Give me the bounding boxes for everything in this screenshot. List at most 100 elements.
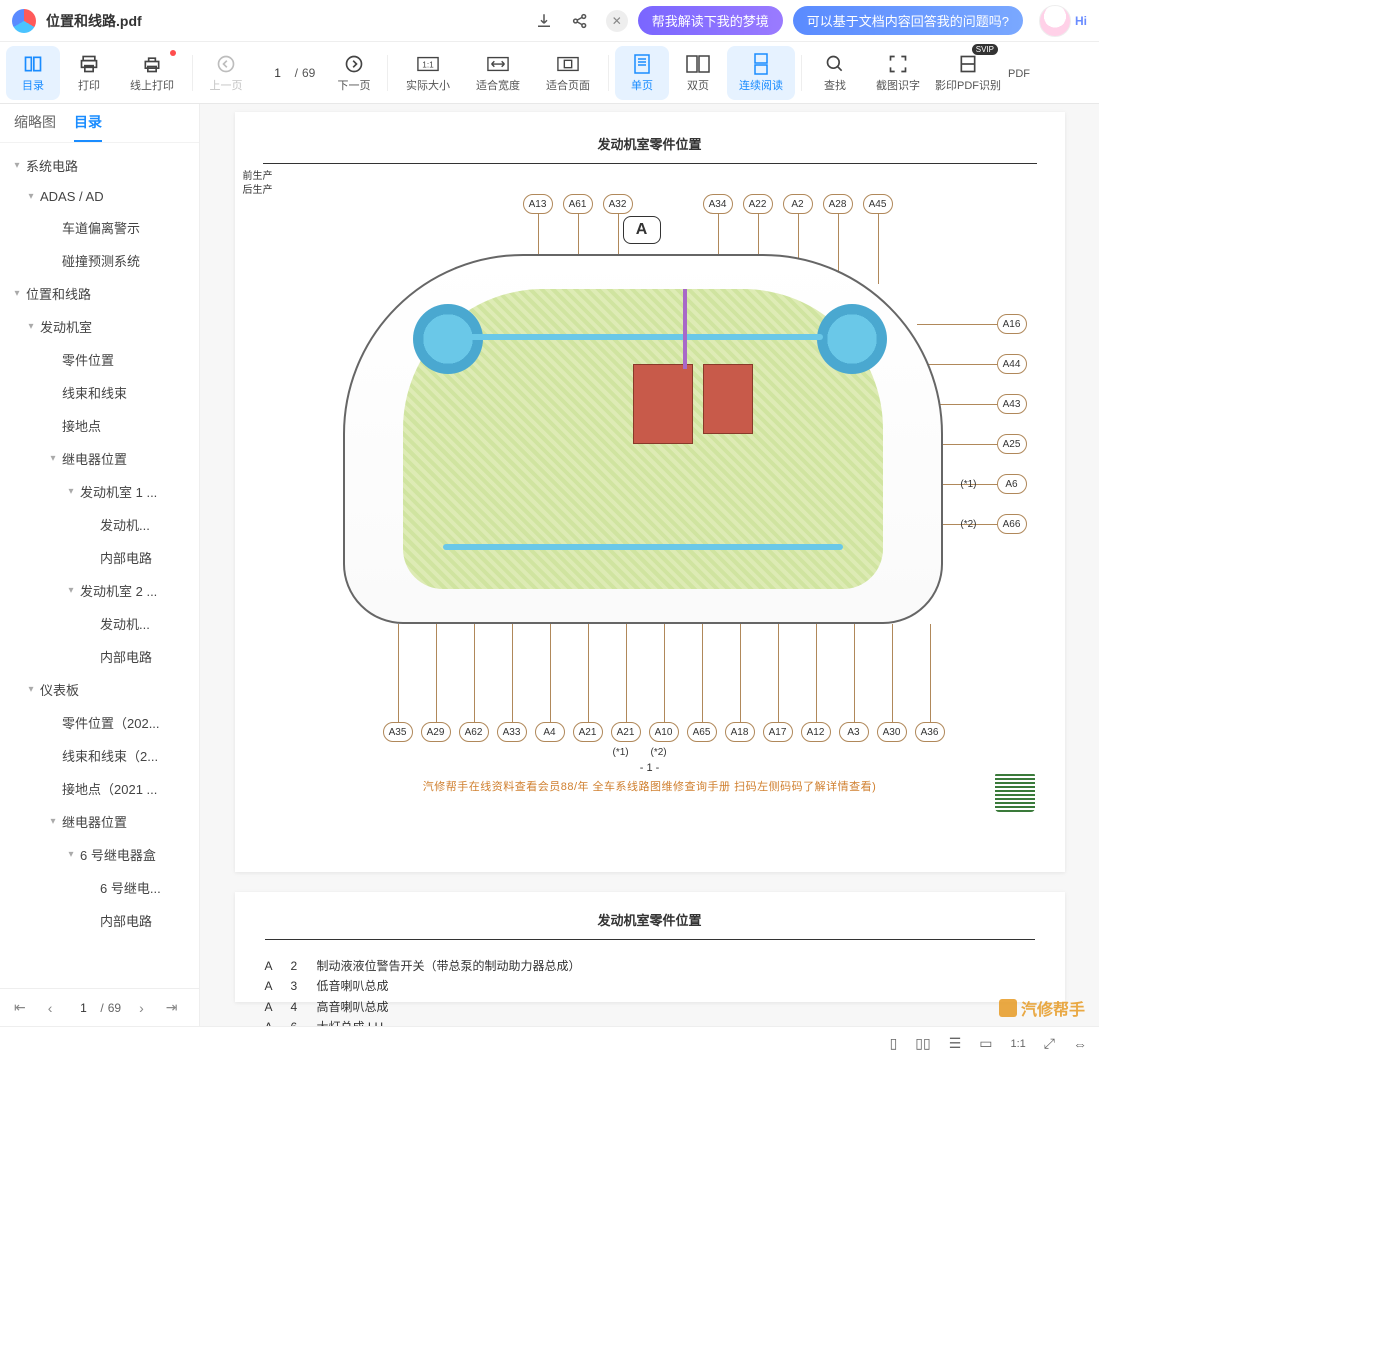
outline-item[interactable]: ▾发动机室 [0, 310, 199, 343]
cloud-print-icon [142, 53, 162, 75]
callout-label: A28 [823, 194, 853, 214]
outline-item[interactable]: ▾6 号继电器盒 [0, 838, 199, 871]
outline-item[interactable]: 车道偏离警示 [0, 211, 199, 244]
tool-print[interactable]: 打印 [62, 46, 116, 100]
tool-scan-recognize[interactable]: SVIP 影印PDF识别 [934, 46, 1002, 100]
callout-lead [702, 624, 703, 722]
outline-item[interactable]: 零件位置（202... [0, 706, 199, 739]
callout-big-a: A [623, 216, 661, 244]
assistant-hi-label: Hi [1075, 14, 1087, 28]
tool-actual-size[interactable]: 1:1 实际大小 [394, 46, 462, 100]
download-icon[interactable] [534, 11, 554, 31]
pdf-viewer[interactable]: 发动机室零件位置 前生产 后生产 A13A61A32A34A22A2A28A45… [200, 104, 1099, 1026]
star-note: (*1) [960, 479, 976, 490]
chevron-down-icon: ▾ [62, 585, 80, 596]
tool-find[interactable]: 查找 [808, 46, 862, 100]
ai-suggest-pill-1[interactable]: 帮我解读下我的梦境 [638, 6, 783, 35]
view-read-icon[interactable]: ▭ [979, 1035, 992, 1052]
notification-dot-icon [170, 50, 176, 56]
file-name: 位置和线路.pdf [46, 11, 142, 31]
tab-outline[interactable]: 目录 [74, 112, 102, 142]
view-continuous-icon[interactable]: ☰ [949, 1035, 962, 1052]
outline-item[interactable]: ▾继电器位置 [0, 805, 199, 838]
view-single-icon[interactable]: ▯ [890, 1035, 898, 1052]
table-row: A3低音喇叭总成 [265, 976, 1035, 996]
outline-item[interactable]: ▾仪表板 [0, 673, 199, 706]
callout-label: A66 [997, 514, 1027, 534]
outline-item-label: 接地点 [62, 416, 101, 435]
view-width-icon[interactable]: ⇔ [1073, 1036, 1087, 1052]
callout-label: A29 [421, 722, 451, 742]
callout-label: A17 [763, 722, 793, 742]
outline-item[interactable]: 线束和线束（2... [0, 739, 199, 772]
assistant-avatar-icon[interactable] [1039, 5, 1071, 37]
outline-item[interactable]: 6 号继电... [0, 871, 199, 904]
tool-online-print[interactable]: 线上打印 [118, 46, 186, 100]
tool-fit-width[interactable]: 适合宽度 [464, 46, 532, 100]
page-current-input[interactable] [265, 66, 291, 80]
callout-label: A62 [459, 722, 489, 742]
wire-purple [683, 289, 687, 369]
tool-double-page[interactable]: 双页 [671, 46, 725, 100]
tool-next-page[interactable]: 下一页 [327, 46, 381, 100]
outline-item[interactable]: ▾位置和线路 [0, 277, 199, 310]
outline-item[interactable]: ▾发动机室 2 ... [0, 574, 199, 607]
outline-item[interactable]: 接地点 [0, 409, 199, 442]
last-page-icon[interactable]: ⇥ [162, 997, 182, 1018]
first-page-icon[interactable]: ⇤ [10, 997, 30, 1018]
callout-lead [917, 324, 997, 325]
outline-item[interactable]: 发动机... [0, 607, 199, 640]
chevron-down-icon: ▾ [44, 816, 62, 827]
tab-thumbnail[interactable]: 缩略图 [14, 112, 56, 142]
toolbar-divider [387, 55, 388, 91]
tool-pdf-more[interactable]: PDF [1004, 46, 1034, 100]
chevron-down-icon: ▾ [22, 321, 40, 332]
table-row: A4高音喇叭总成 [265, 997, 1035, 1017]
view-double-icon[interactable]: ▯▯ [915, 1035, 930, 1052]
outline-item[interactable]: ▾ADAS / AD [0, 182, 199, 211]
close-suggestions-icon[interactable]: ✕ [606, 10, 628, 32]
callout-label: A43 [997, 394, 1027, 414]
prev-page-icon[interactable]: ‹ [44, 998, 57, 1018]
outline-item[interactable]: ▾系统电路 [0, 149, 199, 182]
view-fit-icon[interactable]: ⤢ [1044, 1035, 1055, 1052]
outline-item[interactable]: 发动机... [0, 508, 199, 541]
outline-item[interactable]: 零件位置 [0, 343, 199, 376]
toolbar: 目录 打印 线上打印 上一页 / 69 下一页 1:1 实际大小 [0, 42, 1099, 104]
outline-item-label: 发动机室 1 ... [80, 482, 157, 501]
callout-lead [398, 624, 399, 722]
view-ratio-icon[interactable]: 1:1 [1011, 1038, 1026, 1050]
outline-item[interactable]: 内部电路 [0, 904, 199, 937]
chevron-down-icon: ▾ [62, 849, 80, 860]
engine-bay-diagram: A13A61A32A34A22A2A28A45 A16A44A43A25A6A6… [263, 194, 1037, 754]
share-icon[interactable] [570, 11, 590, 31]
callout-label: A35 [383, 722, 413, 742]
star-note: (*1) [613, 747, 629, 758]
ai-suggest-pill-2[interactable]: 可以基于文档内容回答我的问题吗? [793, 6, 1023, 35]
outline-item[interactable]: 线束和线束 [0, 376, 199, 409]
callout-lead [930, 624, 931, 722]
chevron-left-icon [216, 53, 236, 75]
outline-item[interactable]: 内部电路 [0, 541, 199, 574]
actual-size-icon: 1:1 [417, 53, 439, 75]
outline-item-label: 内部电路 [100, 647, 152, 666]
outline-item[interactable]: ▾发动机室 1 ... [0, 475, 199, 508]
outline-item[interactable]: 内部电路 [0, 640, 199, 673]
fit-page-icon [557, 53, 579, 75]
outline-item-label: 发动机室 2 ... [80, 581, 157, 600]
callout-label: A36 [915, 722, 945, 742]
callout-lead [778, 624, 779, 722]
tool-catalog[interactable]: 目录 [6, 46, 60, 100]
tool-fit-page[interactable]: 适合页面 [534, 46, 602, 100]
tool-continuous[interactable]: 连续阅读 [727, 46, 795, 100]
sidebar-page-input[interactable] [70, 1001, 96, 1015]
tool-single-page[interactable]: 单页 [615, 46, 669, 100]
next-page-icon[interactable]: › [135, 998, 148, 1018]
outline-item-label: 发动机室 [40, 317, 92, 336]
outline-item[interactable]: 碰撞预测系统 [0, 244, 199, 277]
callout-lead [474, 624, 475, 722]
tool-screenshot-ocr[interactable]: 截图识字 [864, 46, 932, 100]
outline-item[interactable]: 接地点（2021 ... [0, 772, 199, 805]
callout-lead [816, 624, 817, 722]
outline-item[interactable]: ▾继电器位置 [0, 442, 199, 475]
